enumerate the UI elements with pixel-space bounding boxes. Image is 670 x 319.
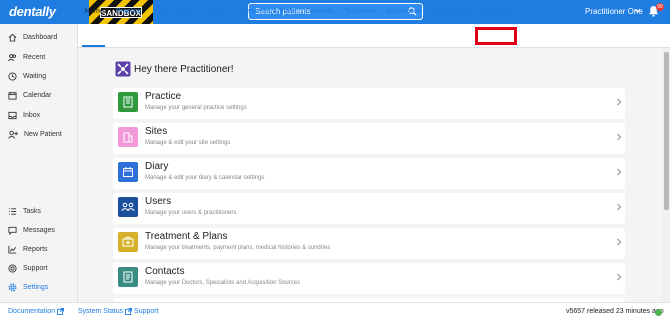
sidebar-item-label: Tasks: [23, 207, 41, 215]
notification-badge: 99: [656, 3, 664, 11]
calendar-icon: [118, 162, 138, 182]
sidebar-item-tasks[interactable]: Tasks: [8, 204, 41, 218]
sidebar-item-label: Calendar: [23, 91, 52, 99]
settings-card-contacts[interactable]: Contacts Manage your Doctors, Specialist…: [113, 263, 625, 294]
developer-tab-highlight: [475, 27, 517, 45]
settings-card-users[interactable]: Users Manage your users & practitioners: [113, 193, 625, 224]
clock-icon: [8, 71, 17, 81]
contacts-icon: [118, 267, 138, 287]
person-add-icon: [8, 130, 18, 139]
sidebar-item-label: Messages: [23, 226, 55, 234]
chevron-right-icon: [617, 273, 622, 281]
lifebuoy-icon: [8, 263, 17, 273]
tab-developer[interactable]: Developer: [480, 8, 512, 15]
tab-practice[interactable]: Practice: [116, 8, 141, 15]
chat-icon: [8, 226, 17, 235]
chevron-right-icon: [617, 168, 622, 176]
documentation-link[interactable]: Documentation: [8, 308, 65, 315]
sidebar-item-label: Waiting: [23, 72, 47, 80]
chart-icon: [8, 245, 17, 254]
gear-icon: [8, 283, 17, 291]
chevron-right-icon: [617, 98, 622, 106]
tab-treatment-plans[interactable]: Treatment & Plans: [239, 8, 297, 15]
dentally-logo[interactable]: dentally: [9, 4, 56, 19]
chevron-right-icon: [617, 238, 622, 246]
dentally-emblem-icon: [115, 61, 131, 77]
people-icon: [8, 53, 17, 61]
settings-card-diary[interactable]: Diary Manage & edit your diary & calenda…: [113, 158, 625, 189]
sidebar-item-label: Inbox: [23, 111, 41, 119]
card-title: Treatment & Plans: [145, 231, 228, 242]
sidebar-item-label: Dashboard: [23, 33, 58, 41]
release-info: v5657 released 23 minutes ago: [566, 308, 664, 315]
home-icon: [8, 33, 17, 42]
sidebar-item-label: Settings: [23, 283, 49, 291]
tab-contacts[interactable]: Contacts: [305, 8, 333, 15]
sidebar-item-inbox[interactable]: Inbox: [8, 108, 40, 122]
users-icon: [118, 197, 138, 217]
tab-home[interactable]: Home: [85, 8, 104, 15]
status-indicator: [655, 309, 662, 316]
sidebar-item-messages[interactable]: Messages: [8, 223, 55, 237]
system-status-label: System Status: [78, 308, 124, 315]
card-subtitle: Manage your general practice settings: [145, 105, 247, 111]
chevron-right-icon: [617, 133, 622, 141]
tab-templates[interactable]: Templates: [344, 8, 376, 15]
card-subtitle: Manage your treatments, payment plans, m…: [145, 245, 331, 251]
card-title: Users: [145, 196, 172, 207]
sidebar-item-new-patient[interactable]: New Patient: [8, 127, 62, 141]
sidebar-item-label: Support: [23, 264, 48, 272]
documentation-label: Documentation: [8, 308, 56, 315]
site-icon: [118, 127, 138, 147]
sidebar-item-waiting[interactable]: Waiting: [8, 69, 46, 83]
sidebar-item-label: Reports: [23, 245, 48, 253]
external-link-icon: [125, 308, 133, 315]
tab-users[interactable]: Users: [208, 8, 226, 15]
tab-site[interactable]: Site: [153, 8, 165, 15]
chevron-right-icon: [617, 203, 622, 211]
sidebar-item-label: Recent: [23, 53, 46, 61]
card-subtitle: Manage your Doctors, Specialists and Acq…: [145, 280, 301, 286]
active-tab-indicator: [82, 45, 105, 47]
building-icon: [118, 92, 138, 112]
card-subtitle: Manage your users & practitioners: [145, 210, 237, 216]
external-link-icon: [57, 308, 65, 315]
card-subtitle: Manage & edit your diary & calendar sett…: [145, 175, 265, 181]
card-title: Diary: [145, 161, 169, 172]
sidebar-item-calendar[interactable]: Calendar: [8, 88, 51, 102]
calendar-icon: [8, 91, 17, 100]
list-icon: [8, 207, 17, 215]
chevron-down-icon[interactable]: [634, 7, 641, 14]
sidebar-item-reports[interactable]: Reports: [8, 242, 48, 256]
card-title: Contacts: [145, 266, 185, 277]
sidebar-item-label: New Patient: [24, 130, 62, 138]
tab-integrations[interactable]: Integrations: [434, 8, 471, 15]
settings-card-practice[interactable]: Practice Manage your general practice se…: [113, 88, 625, 119]
sidebar-item-dashboard[interactable]: Dashboard: [8, 30, 57, 44]
footer: Documentation System Status Support v565…: [0, 302, 670, 319]
settings-card-treatment-plans[interactable]: Treatment & Plans Manage your treatments…: [113, 228, 625, 259]
card-subtitle: Manage & edit your site settings: [145, 140, 231, 146]
inbox-icon: [8, 111, 17, 119]
sidebar-item-settings[interactable]: Settings: [8, 280, 48, 294]
support-link[interactable]: Support: [134, 308, 159, 315]
sidebar-item-support[interactable]: Support: [8, 261, 48, 275]
tab-automation[interactable]: Automation: [386, 8, 421, 15]
medical-kit-icon: [118, 232, 138, 252]
card-title: Sites: [145, 126, 168, 137]
settings-card-sites[interactable]: Sites Manage & edit your site settings: [113, 123, 625, 154]
card-title: Practice: [145, 91, 182, 102]
tab-diary[interactable]: Diary: [178, 8, 194, 15]
greeting-text: Hey there Practitioner!: [134, 64, 234, 75]
system-status-link[interactable]: System Status: [78, 308, 133, 315]
tab-bar: [78, 24, 670, 48]
scrollbar-thumb[interactable]: [664, 52, 669, 210]
sidebar-item-recent[interactable]: Recent: [8, 50, 45, 64]
